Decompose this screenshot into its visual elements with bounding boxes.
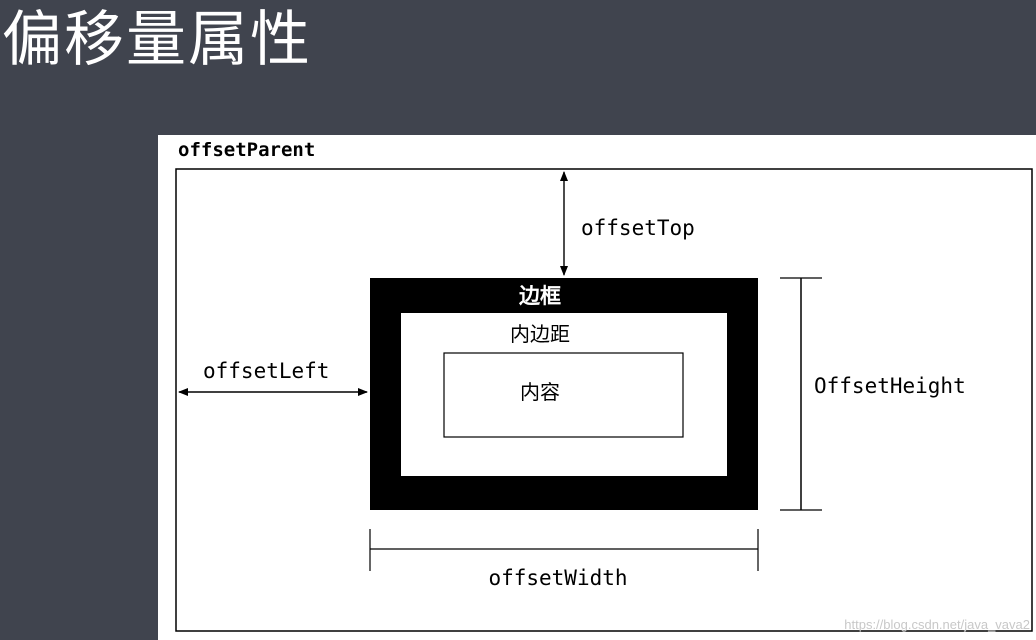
slide-title: 偏移量属性 — [2, 5, 312, 75]
content-label: 内容 — [520, 380, 560, 404]
border-label: 边框 — [519, 284, 561, 308]
offset-left-label: offsetLeft — [203, 359, 329, 383]
content-box — [443, 352, 684, 438]
offset-top-label: offsetTop — [581, 216, 695, 240]
offset-parent-label: offsetParent — [178, 139, 315, 161]
offset-height-label: OffsetHeight — [814, 374, 966, 398]
box-model-diagram: offsetParent 边框 内边距 内容 offsetTop offsetL… — [175, 139, 1033, 632]
diagram-panel: offsetParent 边框 内边距 内容 offsetTop offsetL… — [158, 135, 1036, 640]
watermark: https://blog.csdn.net/java_vava2 — [844, 617, 1030, 632]
padding-label: 内边距 — [510, 322, 570, 346]
offset-width-label: offsetWidth — [488, 566, 627, 590]
